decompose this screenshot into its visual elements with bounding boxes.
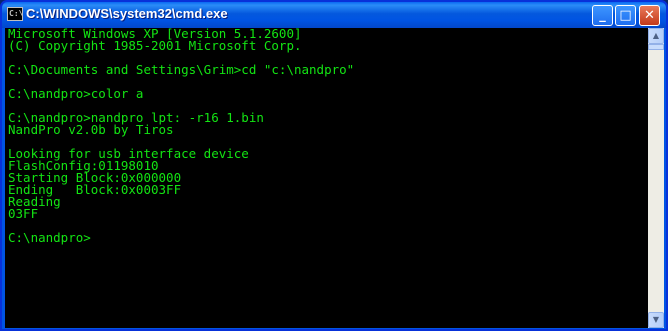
scroll-down-button[interactable]: ▼ bbox=[648, 312, 664, 328]
window-title: C:\WINDOWS\system32\cmd.exe bbox=[26, 6, 228, 21]
title-bar[interactable]: C:\ C:\WINDOWS\system32\cmd.exe _ □ ✕ bbox=[2, 2, 666, 28]
console-line: 03FF bbox=[8, 206, 39, 221]
cmd-icon[interactable]: C:\ bbox=[7, 7, 23, 21]
vertical-scrollbar[interactable]: ▲ ▼ bbox=[648, 28, 664, 328]
scroll-thumb[interactable] bbox=[648, 44, 664, 50]
minimize-button[interactable]: _ bbox=[592, 5, 613, 26]
console-line: NandPro v2.0b by Tiros bbox=[8, 122, 174, 137]
console-line: C:\nandpro>color a bbox=[8, 86, 144, 101]
console-line: Ending Block:0x0003FF bbox=[8, 182, 182, 197]
cmd-window: C:\ C:\WINDOWS\system32\cmd.exe _ □ ✕ Mi… bbox=[0, 0, 668, 331]
close-button[interactable]: ✕ bbox=[639, 5, 660, 26]
scroll-track[interactable] bbox=[648, 44, 664, 312]
maximize-button[interactable]: □ bbox=[615, 5, 636, 26]
console-line: (C) Copyright 1985-2001 Microsoft Corp. bbox=[8, 38, 302, 53]
console-line: Reading bbox=[8, 194, 61, 209]
scroll-up-button[interactable]: ▲ bbox=[648, 28, 664, 44]
command-prompt[interactable]: C:\nandpro> bbox=[8, 231, 648, 244]
console-output[interactable]: Microsoft Windows XP [Version 5.1.2600](… bbox=[5, 28, 648, 328]
console-line: C:\Documents and Settings\Grim>cd "c:\na… bbox=[8, 62, 355, 77]
